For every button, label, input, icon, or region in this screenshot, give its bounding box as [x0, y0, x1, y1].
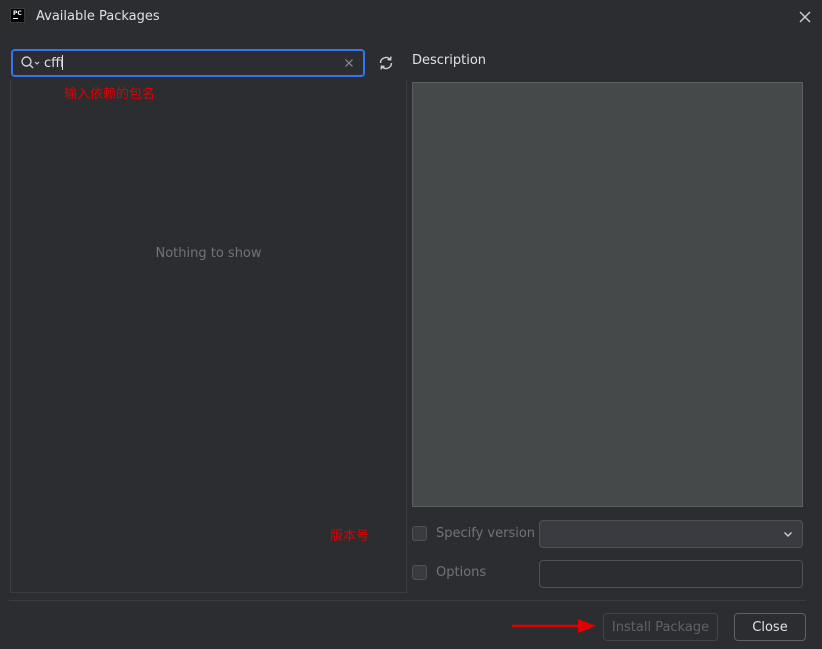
version-select[interactable]: [539, 520, 803, 548]
pycharm-app-icon: PC: [10, 8, 25, 23]
clear-search-icon[interactable]: [342, 56, 356, 70]
package-list[interactable]: [10, 80, 407, 593]
options-checkbox[interactable]: [412, 565, 427, 580]
refresh-icon[interactable]: [377, 54, 395, 72]
search-icon[interactable]: [20, 55, 40, 71]
window-title: Available Packages: [36, 9, 160, 24]
app-icon-text: PC: [13, 10, 22, 17]
footer-divider: [9, 600, 806, 601]
install-package-button[interactable]: Install Package: [603, 613, 718, 641]
options-label[interactable]: Options: [436, 565, 486, 580]
arrow-right-icon: [512, 619, 596, 633]
description-label: Description: [412, 53, 487, 68]
specify-version-label[interactable]: Specify version: [436, 526, 535, 541]
close-button[interactable]: Close: [734, 613, 806, 641]
text-caret: [62, 55, 63, 70]
close-icon[interactable]: [796, 8, 814, 26]
description-panel: [412, 82, 803, 507]
annotation-package-name: 输入依赖的包名: [64, 87, 156, 102]
options-input[interactable]: [539, 560, 803, 588]
annotation-version: 版本号: [330, 529, 370, 544]
empty-state-text: Nothing to show: [155, 246, 262, 261]
specify-version-checkbox[interactable]: [412, 526, 427, 541]
search-input[interactable]: [44, 54, 334, 72]
chevron-down-icon[interactable]: [781, 527, 795, 541]
